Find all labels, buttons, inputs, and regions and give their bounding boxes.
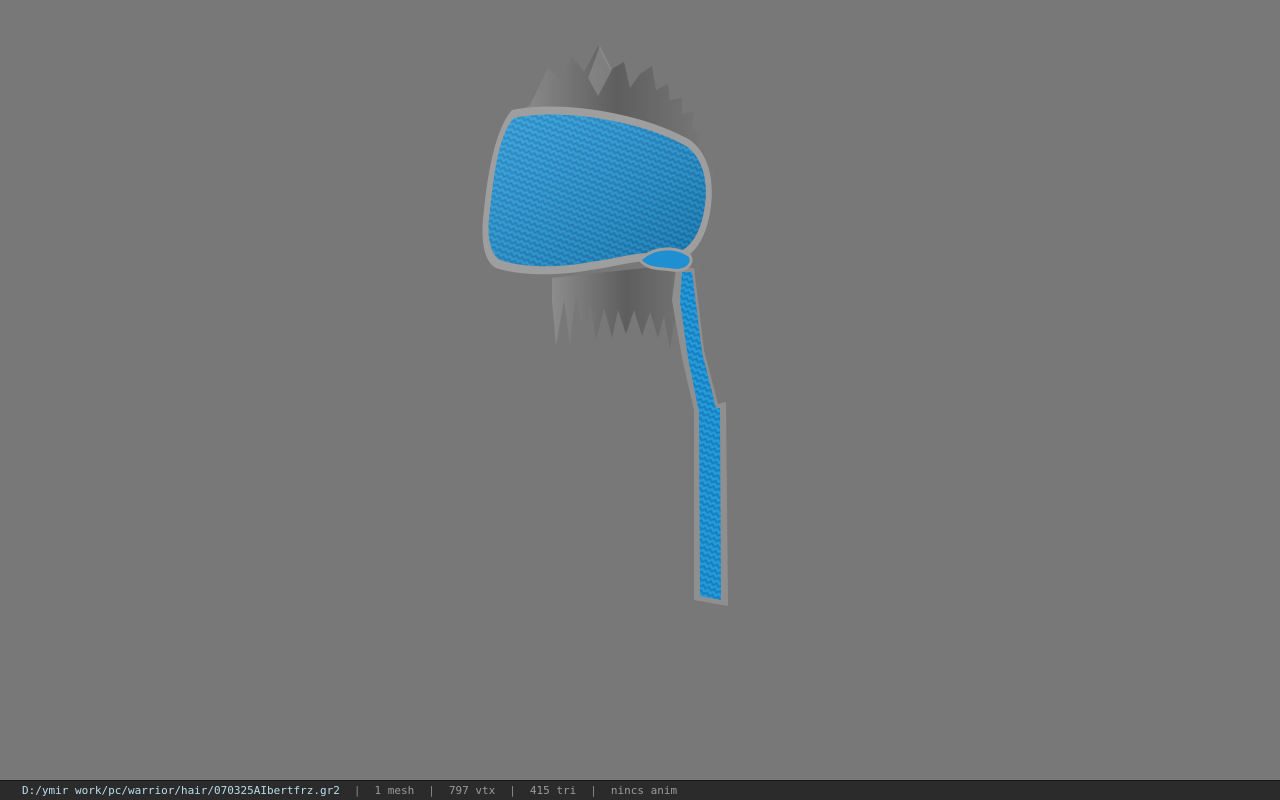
hair-model: [482, 46, 728, 606]
separator: |: [509, 784, 516, 797]
separator: |: [428, 784, 435, 797]
separator: |: [590, 784, 597, 797]
3d-viewport[interactable]: [0, 0, 1280, 780]
separator: |: [353, 784, 361, 797]
vertex-count: 797 vtx: [448, 784, 496, 797]
file-path: D:/ymir work/pc/warrior/hair/070325AIber…: [22, 784, 340, 797]
status-bar: D:/ymir work/pc/warrior/hair/070325AIber…: [0, 780, 1280, 800]
mesh-count: 1 mesh: [374, 784, 415, 797]
anim-status: nincs anim: [610, 784, 678, 797]
triangle-count: 415 tri: [529, 784, 577, 797]
